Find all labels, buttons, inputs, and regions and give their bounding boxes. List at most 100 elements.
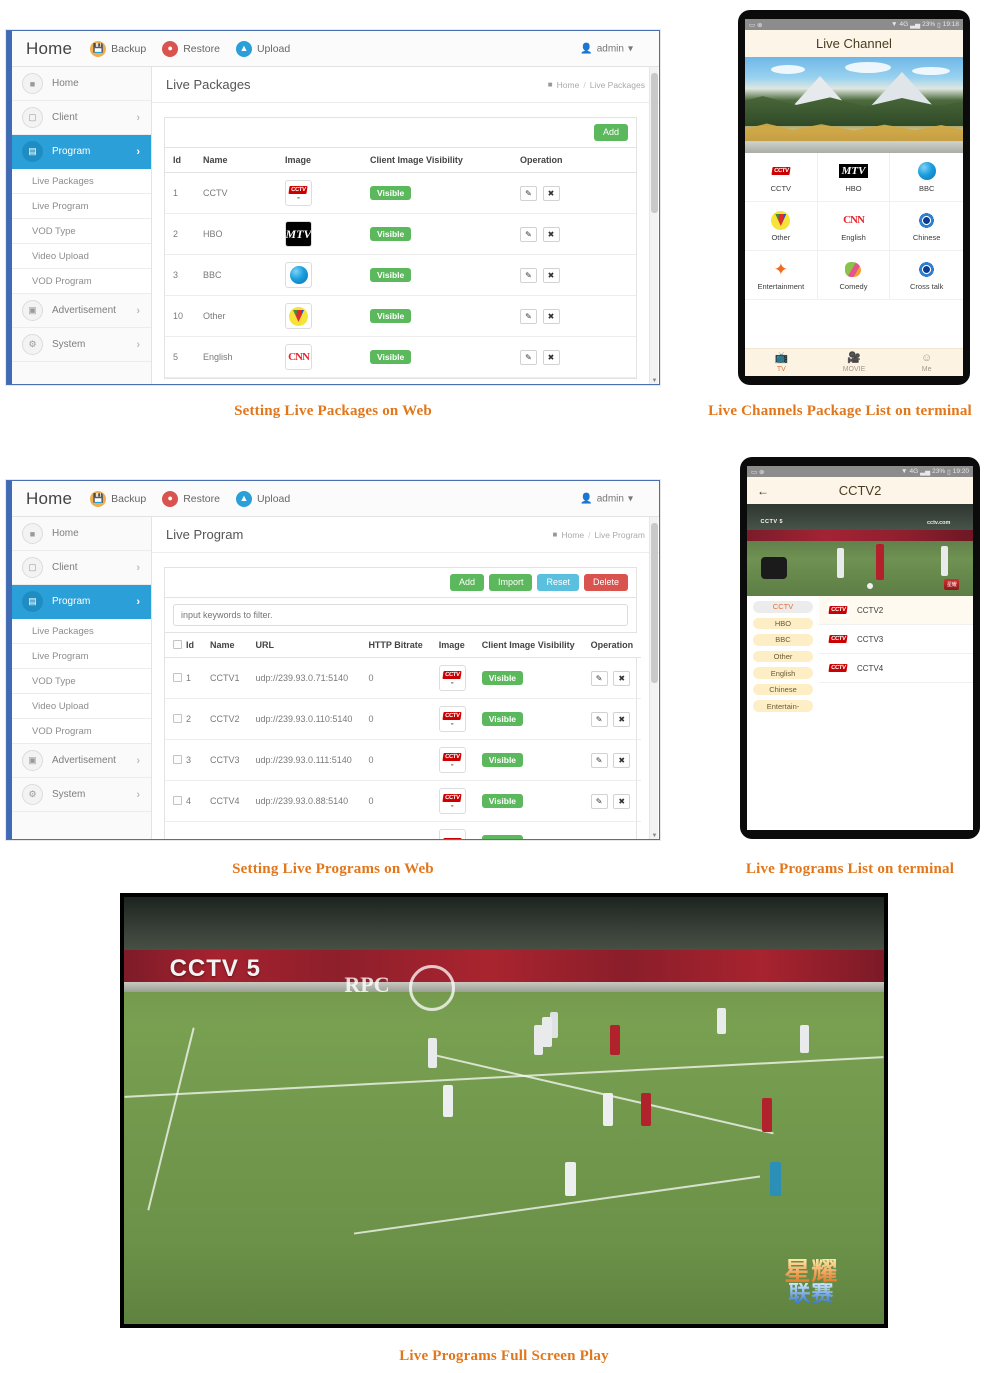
program-row-cctv3[interactable]: CCTV CCTV3 — [819, 625, 973, 654]
sidebar-item-advertisement[interactable]: ▣ Advertisement › — [12, 294, 151, 328]
add-button[interactable]: Add — [593, 124, 628, 141]
add-button[interactable]: Add — [449, 574, 484, 591]
sidebar-item-client[interactable]: ▢ Client › — [12, 551, 151, 585]
user-menu[interactable]: 👤 admin ▾ — [580, 43, 633, 54]
filter-input[interactable] — [173, 604, 628, 626]
sidebar-item-live-program[interactable]: Live Program — [12, 644, 151, 669]
delete-button[interactable]: ✖ — [542, 267, 560, 283]
scroll-down-arrow[interactable]: ▼ — [650, 376, 659, 384]
sidebar-item-live-program[interactable]: Live Program — [12, 194, 151, 219]
sidebar-item-vod-type[interactable]: VOD Type — [12, 219, 151, 244]
hero-banner-image[interactable] — [745, 57, 963, 153]
edit-button[interactable]: ✎ — [590, 670, 608, 686]
channel-cell-other[interactable]: Other — [745, 202, 818, 251]
table-row[interactable]: 10 Other Visible ✎ ✖ — [165, 295, 636, 337]
brand-home[interactable]: Home — [26, 489, 72, 509]
sidebar-item-client[interactable]: ▢ Client › — [12, 101, 151, 135]
delete-button[interactable]: ✖ — [542, 185, 560, 201]
sidebar-item-home[interactable]: ■ Home — [12, 67, 151, 101]
delete-button[interactable]: ✖ — [542, 349, 560, 365]
sidebar-item-system[interactable]: ⚙ System › — [12, 778, 151, 812]
fullscreen-video-player[interactable]: CCTV 5 RPC 星耀 联赛 — [120, 893, 888, 1328]
edit-button[interactable]: ✎ — [590, 752, 608, 768]
brand-home[interactable]: Home — [26, 39, 72, 59]
sidebar-item-video-upload[interactable]: Video Upload — [12, 694, 151, 719]
backup-button[interactable]: 💾 Backup — [90, 490, 146, 507]
category-chip-cctv[interactable]: CCTV — [753, 601, 813, 613]
channel-cell-cctv[interactable]: CCTV CCTV — [745, 153, 818, 202]
table-row[interactable]: 1 CCTV1 udp://239.93.0.71:5140 0 CCTV ▪▪ … — [165, 657, 642, 699]
table-row[interactable]: 3 CCTV3 udp://239.93.0.111:5140 0 CCTV ▪▪… — [165, 739, 642, 781]
row-checkbox[interactable] — [173, 755, 182, 764]
edit-button[interactable]: ✎ — [520, 267, 537, 283]
category-chip-other[interactable]: Other — [753, 650, 813, 663]
row-checkbox[interactable] — [173, 673, 182, 682]
breadcrumb-home[interactable]: Home — [561, 530, 584, 540]
edit-button[interactable]: ✎ — [590, 711, 608, 727]
channel-cell-hbo[interactable]: MTV HBO — [817, 153, 891, 202]
channel-cell-english[interactable]: CNN English — [817, 202, 891, 251]
table-row[interactable]: 1 CCTV CCTV ▪▪ Visible ✎ ✖ — [165, 172, 636, 214]
table-row[interactable]: 3 BBC Visible ✎ ✖ — [165, 254, 636, 296]
delete-button[interactable]: ✖ — [613, 711, 631, 727]
scrollbar-thumb[interactable] — [651, 523, 658, 683]
table-row[interactable]: 5 English CNN Visible ✎ ✖ — [165, 336, 636, 378]
edit-button[interactable]: ✎ — [520, 349, 537, 365]
sidebar-item-home[interactable]: ■ Home — [12, 517, 151, 551]
tab-tv[interactable]: 📺 TV — [745, 349, 818, 376]
delete-button[interactable]: Delete — [583, 574, 628, 591]
category-chip-hbo[interactable]: HBO — [753, 617, 813, 630]
channel-cell-entertainment[interactable]: ✦ Entertainment — [745, 251, 818, 300]
content-scrollbar[interactable]: ▼ — [649, 67, 659, 384]
row-checkbox[interactable] — [173, 714, 182, 723]
edit-button[interactable]: ✎ — [520, 226, 537, 242]
content-scrollbar[interactable]: ▼ — [649, 517, 659, 839]
table-row[interactable]: 4 CCTV4 udp://239.93.0.88:5140 0 CCTV ▪▪ … — [165, 780, 642, 822]
user-menu[interactable]: 👤 admin ▾ — [580, 493, 633, 504]
table-row[interactable]: 2 HBO MTV Visible ✎ ✖ — [165, 213, 636, 255]
backup-button[interactable]: 💾 Backup — [90, 40, 146, 57]
channel-cell-comedy[interactable]: Comedy — [817, 251, 891, 300]
web-admin-live-packages-window[interactable]: Home 💾 Backup ● Restore ▲ Upload 👤 admin… — [6, 30, 660, 385]
table-row-partial[interactable]: CCTV Visible — [165, 821, 642, 839]
restore-button[interactable]: ● Restore — [162, 490, 220, 507]
tab-me[interactable]: ☺ Me — [890, 349, 963, 376]
sidebar-item-video-upload[interactable]: Video Upload — [12, 244, 151, 269]
sidebar-item-vod-type[interactable]: VOD Type — [12, 669, 151, 694]
delete-button[interactable]: ✖ — [613, 670, 631, 686]
delete-button[interactable]: ✖ — [542, 308, 560, 324]
sidebar-item-advertisement[interactable]: ▣ Advertisement › — [12, 744, 151, 778]
delete-button[interactable]: ✖ — [613, 752, 631, 768]
category-chip-chinese[interactable]: Chinese — [753, 683, 813, 696]
program-row-cctv4[interactable]: CCTV CCTV4 — [819, 654, 973, 683]
reset-button[interactable]: Reset — [537, 574, 579, 591]
sidebar-item-program[interactable]: ▤ Program › — [12, 585, 151, 619]
channel-cell-chinese[interactable]: Chinese — [890, 202, 963, 251]
channel-cell-cross-talk[interactable]: Cross talk — [890, 251, 963, 300]
table-row[interactable]: 2 CCTV2 udp://239.93.0.110:5140 0 CCTV ▪▪… — [165, 698, 642, 740]
row-checkbox[interactable] — [173, 796, 182, 805]
category-chip-english[interactable]: English — [753, 667, 813, 679]
back-arrow-icon[interactable]: ← — [757, 484, 769, 498]
channel-cell-bbc[interactable]: BBC — [890, 153, 963, 202]
category-chip-entertainment[interactable]: Entertain- — [753, 700, 813, 712]
import-button[interactable]: Import — [488, 574, 533, 591]
scroll-down-arrow[interactable]: ▼ — [650, 831, 659, 839]
sidebar-item-live-packages[interactable]: Live Packages — [12, 169, 151, 194]
breadcrumb-home[interactable]: Home — [557, 80, 580, 90]
delete-button[interactable]: ✖ — [613, 793, 631, 809]
edit-button[interactable]: ✎ — [590, 793, 608, 809]
web-admin-live-program-window[interactable]: Home 💾 Backup ● Restore ▲ Upload 👤 admin… — [6, 480, 660, 840]
restore-button[interactable]: ● Restore — [162, 40, 220, 57]
scrollbar-thumb[interactable] — [651, 73, 658, 213]
edit-button[interactable]: ✎ — [520, 185, 537, 201]
sidebar-item-vod-program[interactable]: VOD Program — [12, 269, 151, 294]
upload-button[interactable]: ▲ Upload — [235, 490, 290, 507]
delete-button[interactable]: ✖ — [542, 226, 560, 242]
edit-button[interactable]: ✎ — [520, 308, 537, 324]
upload-button[interactable]: ▲ Upload — [235, 40, 290, 57]
sidebar-item-vod-program[interactable]: VOD Program — [12, 719, 151, 744]
sidebar-item-live-packages[interactable]: Live Packages — [12, 619, 151, 644]
select-all-checkbox[interactable] — [173, 640, 182, 649]
program-row-cctv2[interactable]: CCTV CCTV2 — [819, 596, 973, 625]
